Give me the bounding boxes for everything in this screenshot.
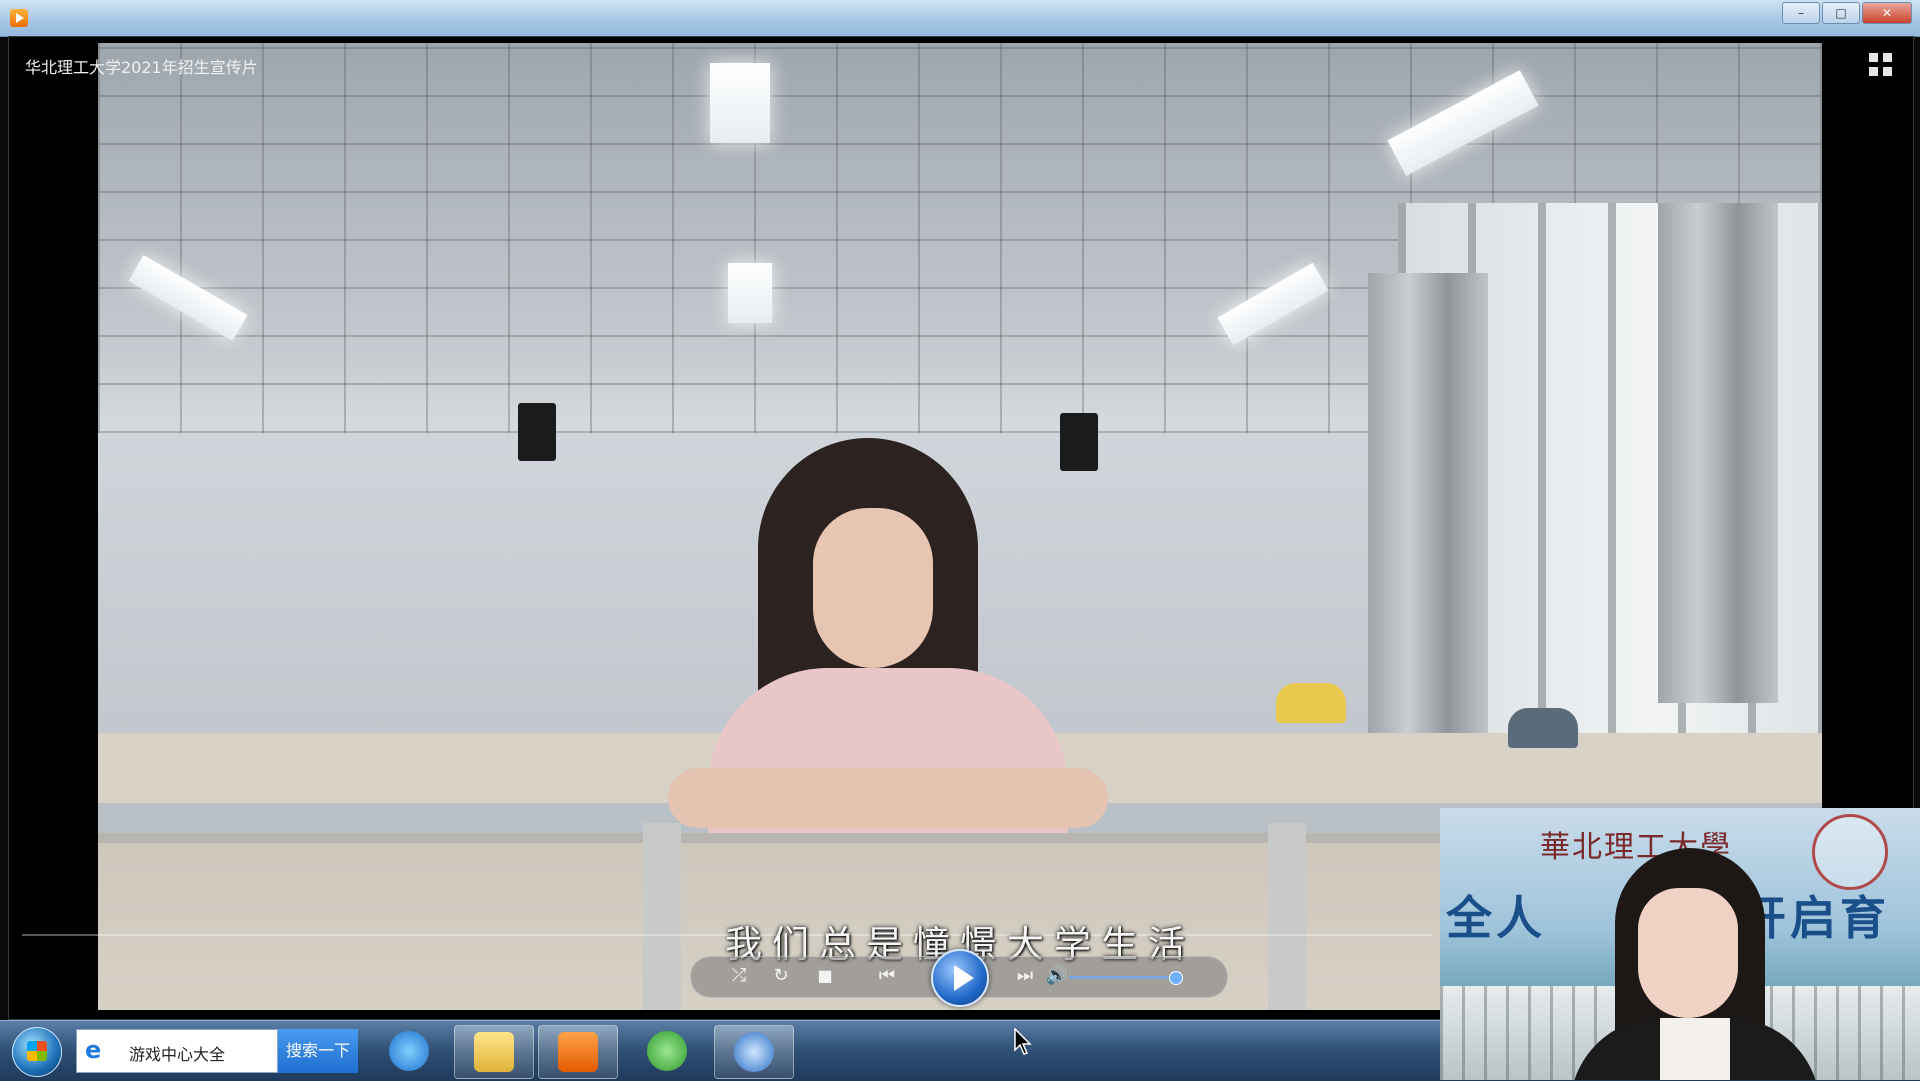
repeat-icon[interactable]: ↻: [769, 965, 793, 987]
search-input[interactable]: 游戏中心大全: [129, 1041, 225, 1065]
presenter: [1520, 838, 1820, 1080]
webcam-overlay: 華北理工大學 全人 开启育: [1440, 808, 1920, 1080]
school-seal-icon: [1812, 814, 1888, 890]
search-button[interactable]: 搜索一下: [278, 1029, 358, 1073]
wall-speaker: [518, 403, 556, 461]
media-player-icon: [558, 1032, 598, 1072]
ie-icon: e: [85, 1036, 102, 1064]
window-titlebar: – □ ✕: [0, 0, 1920, 37]
video-title: 华北理工大学2021年招生宣传片: [25, 58, 258, 77]
curtain: [1658, 203, 1778, 703]
mouse-cursor-icon: [1014, 1027, 1032, 1060]
volume-icon[interactable]: 🔊: [1045, 965, 1069, 987]
background-student: [1508, 708, 1578, 748]
playback-controls: ⤮ ↻ ■ ⏮ ⏭ 🔊: [690, 949, 1228, 1007]
minimize-button[interactable]: –: [1782, 2, 1820, 24]
folder-icon: [474, 1032, 514, 1072]
volume-knob[interactable]: [1169, 971, 1183, 985]
refresh-icon: [647, 1031, 687, 1071]
search-box[interactable]: e 游戏中心大全: [76, 1029, 278, 1073]
start-orb-icon[interactable]: [12, 1027, 62, 1077]
close-button[interactable]: ✕: [1862, 2, 1912, 24]
maximize-button[interactable]: □: [1822, 2, 1860, 24]
taskbar-media-player[interactable]: [538, 1025, 618, 1079]
ie-alt-icon: [389, 1031, 429, 1071]
previous-icon[interactable]: ⏮: [867, 965, 907, 987]
app-logo-icon[interactable]: [10, 9, 28, 27]
ceiling-light: [728, 263, 772, 323]
student-figure: [668, 438, 1108, 838]
taskbar-explorer[interactable]: [454, 1025, 534, 1079]
background-student: [1276, 683, 1346, 723]
taskbar-ie[interactable]: [370, 1025, 448, 1077]
fullscreen-toggle-icon[interactable]: [1869, 53, 1895, 79]
window-controls: – □ ✕: [1780, 2, 1912, 24]
browser-icon: [734, 1032, 774, 1072]
curtain: [1368, 273, 1488, 773]
shuffle-icon[interactable]: ⤮: [727, 965, 751, 987]
play-icon[interactable]: [931, 949, 989, 1007]
stop-icon[interactable]: ■: [813, 965, 837, 987]
next-icon[interactable]: ⏭: [1005, 965, 1045, 987]
ceiling-light: [710, 63, 770, 143]
taskbar-refresh-app[interactable]: [628, 1025, 706, 1077]
volume-slider[interactable]: [1069, 971, 1183, 985]
taskbar-browser[interactable]: [714, 1025, 794, 1079]
